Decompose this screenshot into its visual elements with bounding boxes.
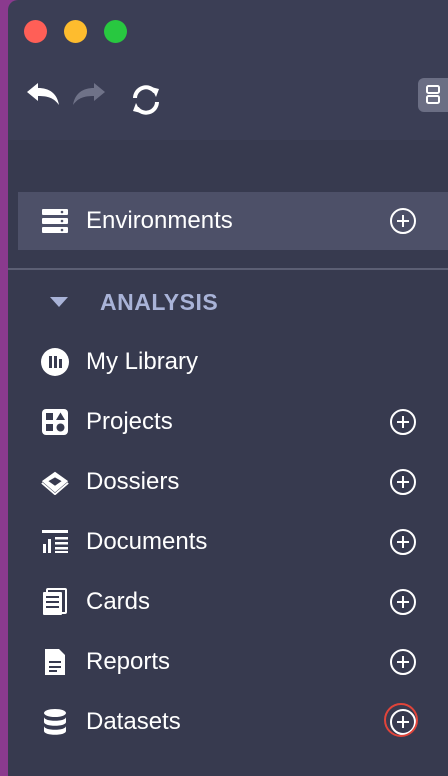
view-toggle-button[interactable] bbox=[418, 78, 448, 112]
sync-icon bbox=[133, 85, 159, 115]
sidebar-item-datasets[interactable]: Datasets bbox=[8, 694, 448, 750]
add-dossier-button[interactable] bbox=[388, 467, 418, 497]
title-bar bbox=[8, 0, 448, 140]
close-window-button[interactable] bbox=[24, 20, 47, 43]
app-window: Environments ANALYSIS My Library Project… bbox=[8, 0, 448, 776]
undo-button[interactable] bbox=[24, 78, 62, 112]
server-icon bbox=[40, 206, 70, 236]
grid-view-icon bbox=[426, 85, 440, 104]
undo-icon bbox=[27, 83, 59, 105]
sidebar-item-documents[interactable]: Documents bbox=[8, 514, 448, 570]
caret-down-icon bbox=[50, 297, 68, 307]
plus-circle-icon bbox=[390, 208, 416, 234]
section-label: ANALYSIS bbox=[100, 288, 219, 315]
plus-circle-icon bbox=[390, 529, 416, 555]
reports-icon bbox=[40, 647, 70, 677]
sync-button[interactable] bbox=[126, 80, 166, 120]
add-project-button[interactable] bbox=[388, 407, 418, 437]
sidebar-item-dossiers[interactable]: Dossiers bbox=[8, 454, 448, 510]
projects-icon bbox=[40, 407, 70, 437]
sidebar-item-label: Projects bbox=[86, 408, 173, 435]
add-environment-button[interactable] bbox=[388, 206, 418, 236]
redo-button[interactable] bbox=[70, 78, 108, 112]
sidebar-item-label: Datasets bbox=[86, 708, 181, 735]
sidebar-item-my-library[interactable]: My Library bbox=[8, 334, 448, 390]
add-dataset-button[interactable] bbox=[384, 703, 418, 737]
divider bbox=[8, 268, 448, 270]
dossiers-icon bbox=[40, 467, 70, 497]
sidebar-item-environments[interactable]: Environments bbox=[18, 192, 448, 250]
documents-icon bbox=[40, 527, 70, 557]
sidebar-item-label: Documents bbox=[86, 528, 208, 555]
section-header-analysis[interactable]: ANALYSIS bbox=[8, 284, 448, 320]
add-report-button[interactable] bbox=[388, 647, 418, 677]
zoom-window-button[interactable] bbox=[104, 20, 127, 43]
sidebar-item-projects[interactable]: Projects bbox=[8, 394, 448, 450]
add-document-button[interactable] bbox=[388, 527, 418, 557]
minimize-window-button[interactable] bbox=[64, 20, 87, 43]
navigation-panel: Environments ANALYSIS My Library Project… bbox=[8, 140, 448, 776]
cards-icon bbox=[40, 587, 70, 617]
sidebar-item-cards[interactable]: Cards bbox=[8, 574, 448, 630]
sidebar-item-label: Cards bbox=[86, 588, 151, 615]
sidebar-item-reports[interactable]: Reports bbox=[8, 634, 448, 690]
sidebar-item-label: Environments bbox=[86, 207, 233, 234]
sidebar-item-label: Reports bbox=[86, 648, 171, 675]
sidebar-item-label: My Library bbox=[86, 348, 199, 375]
plus-circle-icon bbox=[390, 709, 416, 735]
plus-circle-icon bbox=[390, 469, 416, 495]
plus-circle-icon bbox=[390, 409, 416, 435]
add-card-button[interactable] bbox=[388, 587, 418, 617]
datasets-icon bbox=[40, 707, 70, 737]
plus-circle-icon bbox=[390, 589, 416, 615]
library-icon bbox=[40, 347, 70, 377]
sidebar-item-label: Dossiers bbox=[86, 468, 180, 495]
redo-icon bbox=[73, 83, 105, 105]
plus-circle-icon bbox=[390, 649, 416, 675]
